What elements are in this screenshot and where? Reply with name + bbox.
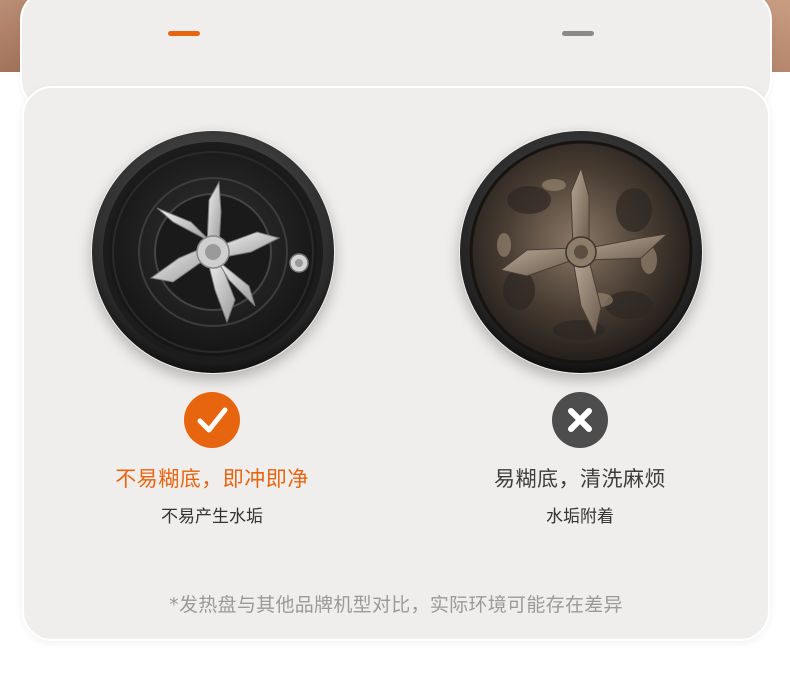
tab-indicator-active[interactable] <box>168 31 200 36</box>
x-icon <box>568 408 592 432</box>
good-title: 不易糊底，即冲即净 <box>115 467 309 491</box>
clean-blade-base-image <box>91 130 335 374</box>
cross-badge <box>552 392 608 448</box>
tab-indicator-inactive[interactable] <box>562 31 594 36</box>
checkmark-icon <box>197 407 228 433</box>
good-subtitle: 不易产生水垢 <box>161 507 263 527</box>
disclaimer-footnote: *发热盘与其他品牌机型对比，实际环境可能存在差异 <box>169 594 623 616</box>
bad-subtitle: 水垢附着 <box>546 507 614 527</box>
bad-title: 易糊底，清洗麻烦 <box>494 467 666 491</box>
checkmark-badge <box>184 392 240 448</box>
dirty-blade-base-image <box>459 130 703 374</box>
